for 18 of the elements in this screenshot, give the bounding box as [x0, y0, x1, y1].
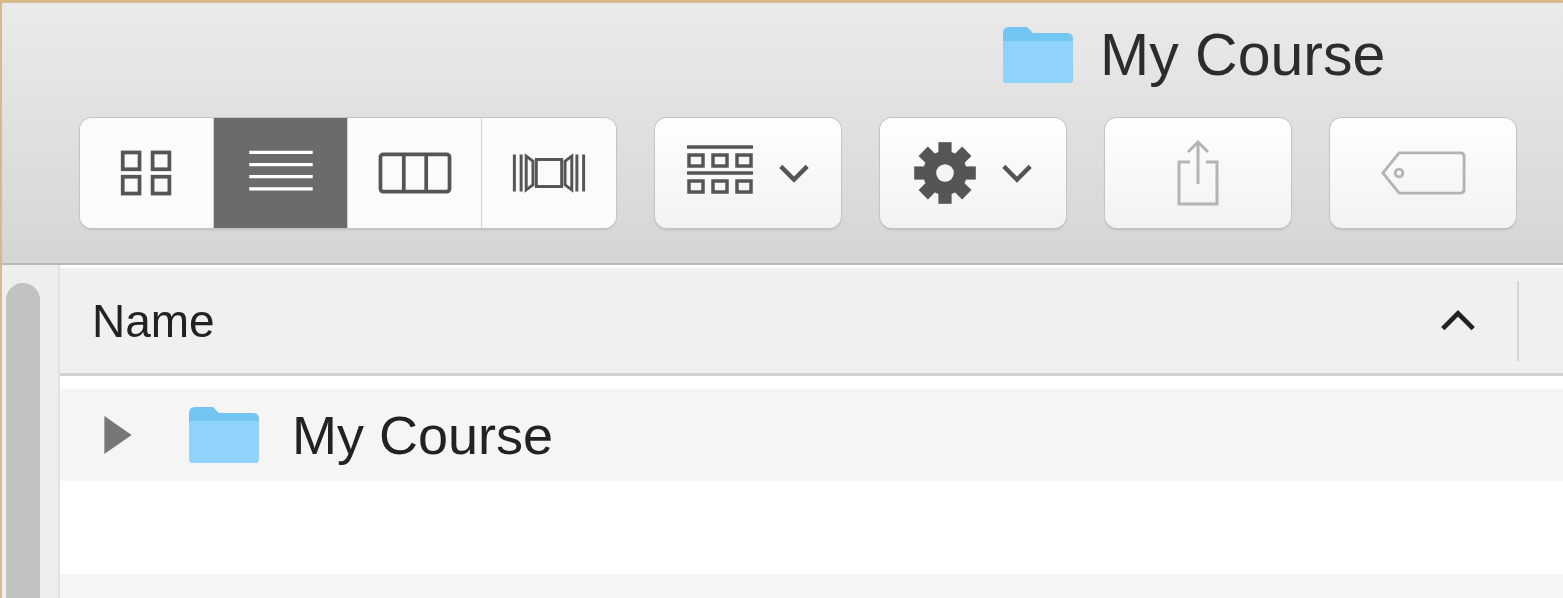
scrollbar-thumb[interactable]	[6, 283, 40, 598]
file-row[interactable]: My Course	[60, 389, 1563, 481]
action-button[interactable]	[880, 118, 1066, 228]
chevron-down-icon	[777, 162, 811, 184]
chevron-down-icon	[1000, 162, 1034, 184]
window-title: My Course	[1100, 21, 1386, 89]
column-header[interactable]: Name	[60, 268, 1563, 376]
arrange-button[interactable]	[655, 118, 841, 228]
folder-icon	[1000, 25, 1076, 85]
columns-view-button[interactable]	[348, 118, 482, 228]
icons-view-button[interactable]	[80, 118, 214, 228]
column-title: Name	[92, 293, 216, 348]
coverflow-view-button[interactable]	[482, 118, 616, 228]
file-name: My Course	[292, 404, 554, 466]
folder-icon	[186, 405, 262, 465]
sort-caret-icon[interactable]	[1439, 308, 1477, 333]
list-view-button[interactable]	[214, 118, 348, 228]
gear-icon	[912, 140, 978, 206]
